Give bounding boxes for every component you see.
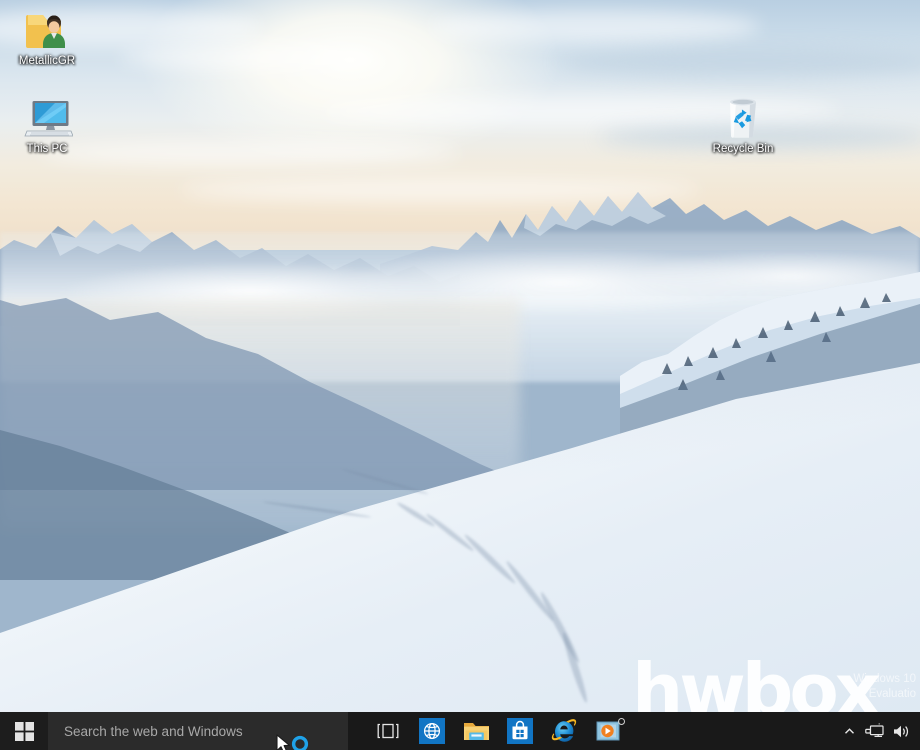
network-monitor-icon bbox=[865, 722, 884, 737]
speaker-icon bbox=[894, 725, 909, 737]
cloud bbox=[560, 48, 920, 78]
desktop-icon-label: This PC bbox=[26, 143, 68, 155]
media-player-icon bbox=[596, 721, 619, 741]
taskbar-pinned-items bbox=[366, 712, 630, 750]
cloud bbox=[40, 140, 460, 166]
taskbar-item-internet-explorer[interactable] bbox=[542, 712, 586, 750]
tray-show-hidden-icons[interactable] bbox=[836, 712, 862, 750]
chevron-up-icon bbox=[844, 727, 854, 734]
start-button[interactable] bbox=[0, 712, 48, 750]
this-pc-icon bbox=[6, 92, 88, 140]
file-explorer-icon bbox=[463, 722, 489, 740]
tray-volume[interactable] bbox=[888, 712, 914, 750]
desktop-icon-label: MetallicGR bbox=[18, 55, 76, 67]
search-placeholder: Search the web and Windows bbox=[64, 723, 243, 739]
internet-explorer-icon bbox=[551, 719, 577, 742]
desktop-icon-label: Recycle Bin bbox=[712, 143, 774, 155]
task-view-icon bbox=[377, 723, 399, 739]
taskbar-item-media-player[interactable] bbox=[586, 712, 630, 750]
taskbar-item-store[interactable] bbox=[498, 712, 542, 750]
cloud bbox=[120, 44, 380, 70]
taskbar-item-microsoft-edge[interactable] bbox=[410, 712, 454, 750]
running-indicator bbox=[618, 718, 625, 725]
taskbar-item-task-view[interactable] bbox=[366, 712, 410, 750]
user-folder-icon bbox=[6, 4, 88, 52]
taskbar-item-file-explorer[interactable] bbox=[454, 712, 498, 750]
windows-logo-icon bbox=[14, 721, 34, 741]
system-tray bbox=[836, 712, 920, 750]
cloud bbox=[430, 10, 760, 44]
tray-network[interactable] bbox=[862, 712, 888, 750]
edge-globe-icon bbox=[419, 718, 445, 744]
search-input[interactable]: Search the web and Windows bbox=[48, 712, 348, 750]
desktop-icon-this-pc[interactable]: This PC bbox=[6, 92, 88, 156]
desktop-icon-recycle-bin[interactable]: Recycle Bin bbox=[702, 92, 784, 156]
store-bag-icon bbox=[507, 718, 533, 744]
desktop-icon-metallicgr[interactable]: MetallicGR bbox=[6, 4, 88, 68]
taskbar: Search the web and Windows bbox=[0, 712, 920, 750]
recycle-bin-icon bbox=[702, 92, 784, 140]
